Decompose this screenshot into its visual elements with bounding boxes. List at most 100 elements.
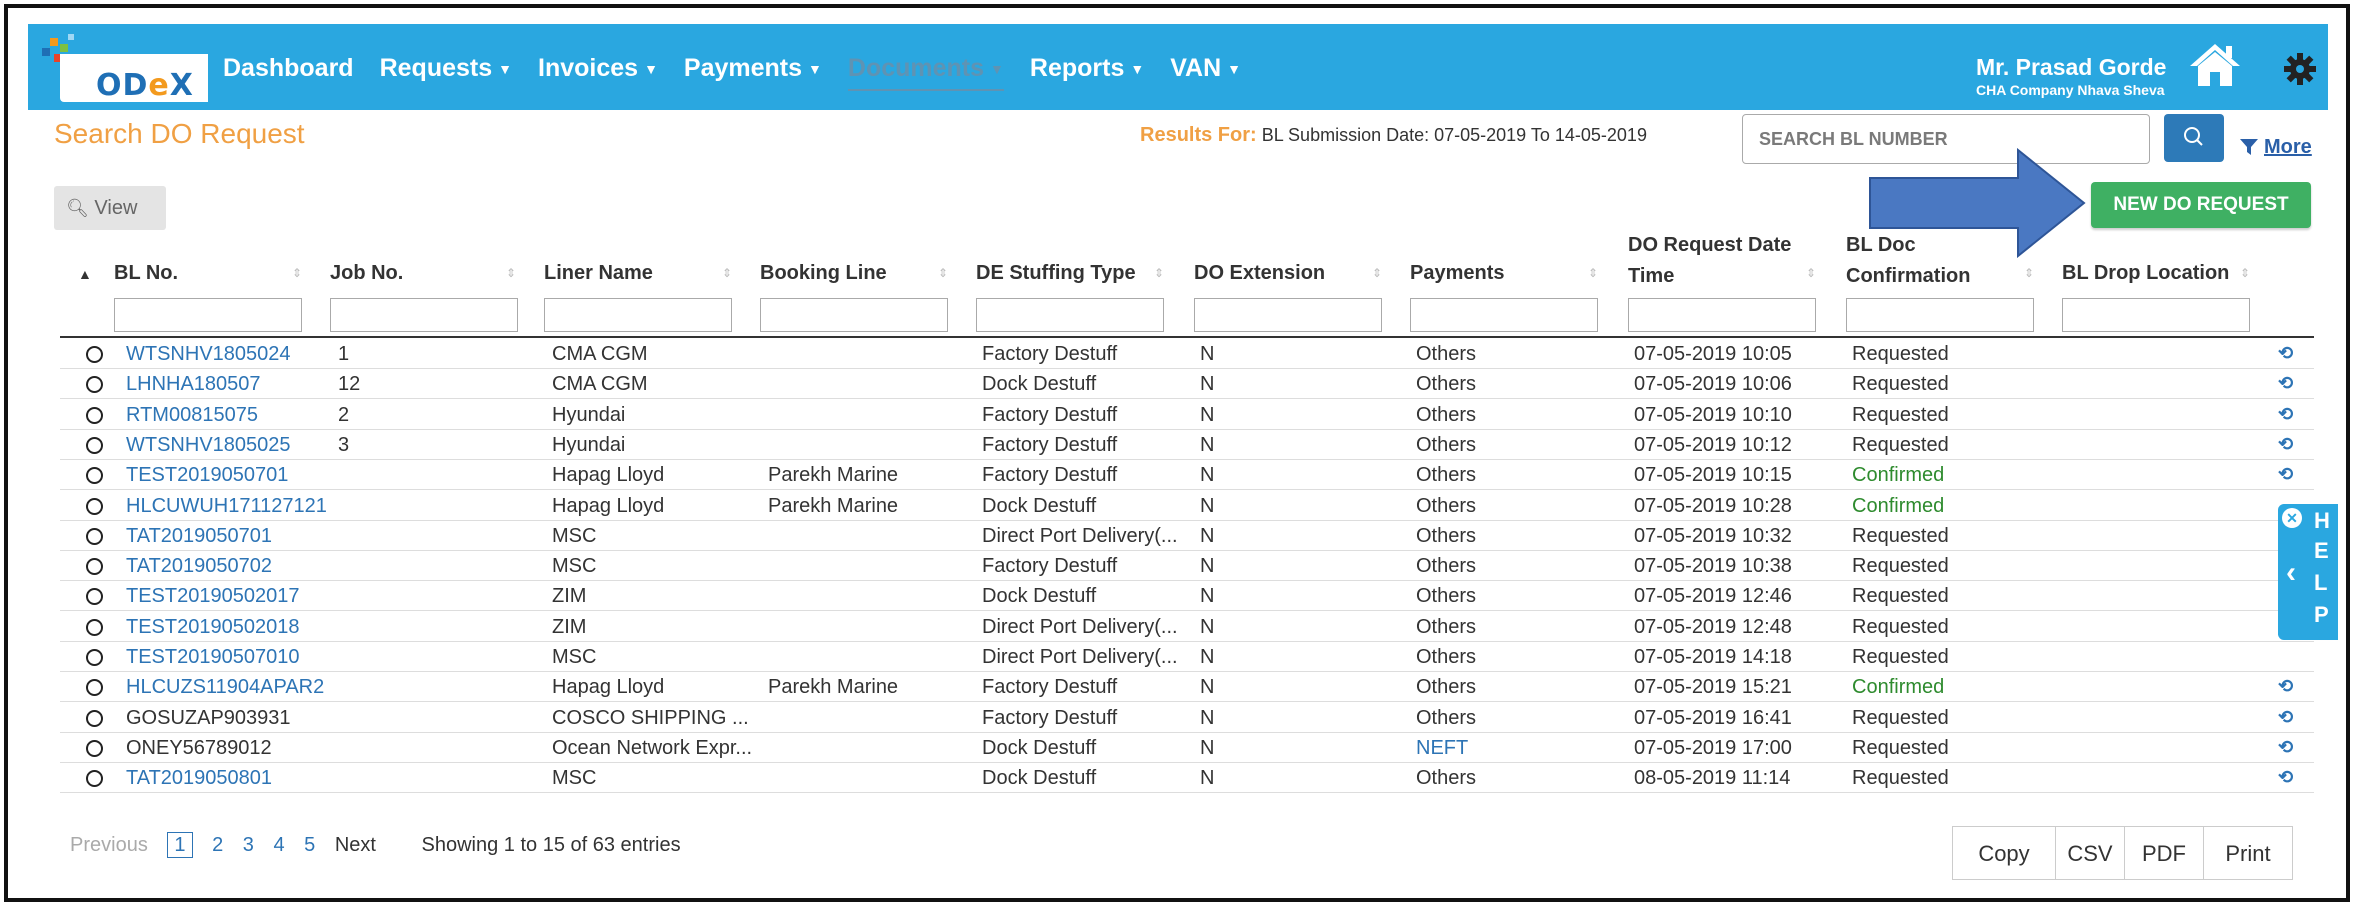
chevron-left-icon[interactable]: ‹: [2286, 556, 2296, 590]
history-icon[interactable]: ⟲: [2278, 343, 2293, 364]
nav-requests[interactable]: Requests ▼: [380, 54, 512, 91]
sort-asc-icon[interactable]: ▲: [78, 266, 92, 282]
cell-bl-no[interactable]: HLCUWUH171127121: [126, 495, 327, 518]
nav-dashboard[interactable]: Dashboard: [223, 54, 354, 91]
filter-drop-location[interactable]: [2062, 298, 2250, 332]
row-select-radio[interactable]: [86, 709, 103, 727]
row-select-radio[interactable]: [86, 376, 103, 394]
search-button[interactable]: [2164, 114, 2224, 162]
cell-bl-no[interactable]: WTSNHV1805024: [126, 343, 291, 366]
sort-icon[interactable]: ⇕: [1372, 266, 1382, 280]
table-row[interactable]: TAT2019050702 MSC Factory Destuff N Others 07…: [60, 551, 2314, 582]
table-row[interactable]: HLCUZS11904APAR2 Hapag Lloyd Parekh Marine…: [60, 672, 2314, 703]
sort-icon[interactable]: ⇕: [1588, 266, 1598, 280]
cell-bl-no[interactable]: TEST2019050701: [126, 464, 288, 487]
col-payments[interactable]: Payments: [1410, 262, 1505, 285]
row-select-radio[interactable]: [86, 527, 103, 545]
page-4-button[interactable]: 4: [273, 834, 284, 856]
sort-icon[interactable]: ⇕: [506, 266, 516, 280]
sort-icon[interactable]: ⇕: [1806, 266, 1816, 280]
filter-payments[interactable]: [1410, 298, 1598, 332]
table-row[interactable]: WTSNHV1805025 3 Hyundai Factory Destuff N Oth…: [60, 430, 2314, 460]
history-icon[interactable]: ⟲: [2278, 707, 2293, 728]
sort-icon[interactable]: ⇕: [1154, 266, 1164, 280]
table-row[interactable]: TAT2019050701 MSC Direct Port Delivery(...…: [60, 521, 2314, 551]
table-row[interactable]: WTSNHV1805024 1 CMA CGM Factory Destuff N Oth…: [60, 339, 2314, 369]
nav-payments[interactable]: Payments ▼: [684, 54, 822, 91]
cell-bl-no[interactable]: TAT2019050801: [126, 767, 272, 790]
table-row[interactable]: TAT2019050801 MSC Dock Destuff N Others 08-05…: [60, 763, 2314, 794]
table-row[interactable]: ONEY56789012 Ocean Network Expr... Dock De…: [60, 733, 2314, 763]
filter-booking-line[interactable]: [760, 298, 948, 332]
gear-icon[interactable]: [2283, 52, 2317, 86]
nav-documents[interactable]: Documents ▼: [847, 54, 1004, 91]
row-select-radio[interactable]: [86, 618, 103, 636]
nav-reports[interactable]: Reports ▼: [1030, 54, 1144, 91]
table-row[interactable]: TEST20190507010 MSC Direct Port Delivery(.…: [60, 642, 2314, 672]
col-job-no[interactable]: Job No.: [330, 262, 403, 285]
copy-button[interactable]: Copy: [1952, 826, 2056, 880]
table-row[interactable]: TEST20190502018 ZIM Direct Port Delivery(.…: [60, 612, 2314, 642]
print-button[interactable]: Print: [2203, 826, 2293, 880]
col-bl-no[interactable]: BL No.: [114, 262, 178, 285]
col-bl-doc-confirmation[interactable]: BL Doc Confirmation: [1846, 234, 1970, 288]
history-icon[interactable]: ⟲: [2278, 373, 2293, 394]
new-do-request-button[interactable]: NEW DO REQUEST: [2091, 182, 2311, 228]
history-icon[interactable]: ⟲: [2278, 434, 2293, 455]
nav-invoices[interactable]: Invoices ▼: [538, 54, 658, 91]
page-1-button[interactable]: 1: [167, 832, 193, 858]
filter-do-extension[interactable]: [1194, 298, 1382, 332]
row-select-radio[interactable]: [86, 406, 103, 424]
table-row[interactable]: RTM00815075 2 Hyundai Factory Destuff N Other…: [60, 400, 2314, 430]
table-row[interactable]: HLCUWUH171127121 Hapag Lloyd Parekh Marine…: [60, 491, 2314, 521]
row-select-radio[interactable]: [86, 346, 103, 363]
more-filters-link[interactable]: More: [2240, 136, 2312, 159]
filter-request-date[interactable]: [1628, 298, 1816, 332]
cell-bl-no[interactable]: HLCUZS11904APAR2: [126, 676, 324, 699]
help-tab[interactable]: ✕ ‹ H E L P: [2278, 504, 2338, 640]
row-select-radio[interactable]: [86, 467, 103, 485]
col-liner-name[interactable]: Liner Name: [544, 262, 653, 285]
history-icon[interactable]: ⟲: [2278, 464, 2293, 485]
home-icon[interactable]: [2188, 42, 2242, 88]
cell-bl-no[interactable]: TAT2019050702: [126, 555, 272, 578]
cell-bl-no[interactable]: RTM00815075: [126, 404, 258, 427]
sort-icon[interactable]: ⇕: [2240, 266, 2250, 280]
filter-bl-no[interactable]: [114, 298, 302, 332]
pdf-button[interactable]: PDF: [2124, 826, 2204, 880]
page-5-button[interactable]: 5: [304, 834, 315, 856]
row-select-radio[interactable]: [86, 588, 103, 606]
row-select-radio[interactable]: [86, 679, 103, 697]
cell-bl-no[interactable]: TEST20190507010: [126, 646, 299, 669]
row-select-radio[interactable]: [86, 558, 103, 576]
filter-liner-name[interactable]: [544, 298, 732, 332]
page-3-button[interactable]: 3: [243, 834, 254, 856]
table-row[interactable]: TEST20190502017 ZIM Dock Destuff N Others 07-…: [60, 581, 2314, 612]
sort-icon[interactable]: ⇕: [292, 266, 302, 280]
row-select-radio[interactable]: [86, 739, 103, 757]
row-select-radio[interactable]: [86, 649, 103, 666]
view-button[interactable]: 🔍︎ View: [54, 186, 166, 230]
page-2-button[interactable]: 2: [212, 834, 223, 856]
sort-icon[interactable]: ⇕: [938, 266, 948, 280]
row-select-radio[interactable]: [86, 497, 103, 515]
nav-van[interactable]: VAN ▼: [1170, 54, 1241, 91]
sort-icon[interactable]: ⇕: [722, 266, 732, 280]
cell-payments[interactable]: NEFT: [1416, 737, 1468, 760]
table-row[interactable]: TEST2019050701 Hapag Lloyd Parekh Marine Fa…: [60, 460, 2314, 491]
col-stuffing-type[interactable]: DE Stuffing Type: [976, 262, 1136, 285]
cell-bl-no[interactable]: TEST20190502017: [126, 585, 299, 608]
row-select-radio[interactable]: [86, 770, 103, 788]
sort-icon[interactable]: ⇕: [2024, 266, 2034, 280]
odex-logo[interactable]: ODeX: [38, 32, 208, 104]
cell-bl-no[interactable]: LHNHA180507: [126, 373, 261, 396]
filter-confirmation[interactable]: [1846, 298, 2034, 332]
history-icon[interactable]: ⟲: [2278, 737, 2293, 758]
cell-bl-no[interactable]: WTSNHV1805025: [126, 434, 291, 457]
col-booking-line[interactable]: Booking Line: [760, 262, 887, 285]
col-request-date[interactable]: DO Request Date Time: [1628, 234, 1791, 288]
cell-bl-no[interactable]: TEST20190502018: [126, 616, 299, 639]
csv-button[interactable]: CSV: [2055, 826, 2125, 880]
table-row[interactable]: LHNHA180507 12 CMA CGM Dock Destuff N Others 0…: [60, 369, 2314, 400]
filter-job-no[interactable]: [330, 298, 518, 332]
